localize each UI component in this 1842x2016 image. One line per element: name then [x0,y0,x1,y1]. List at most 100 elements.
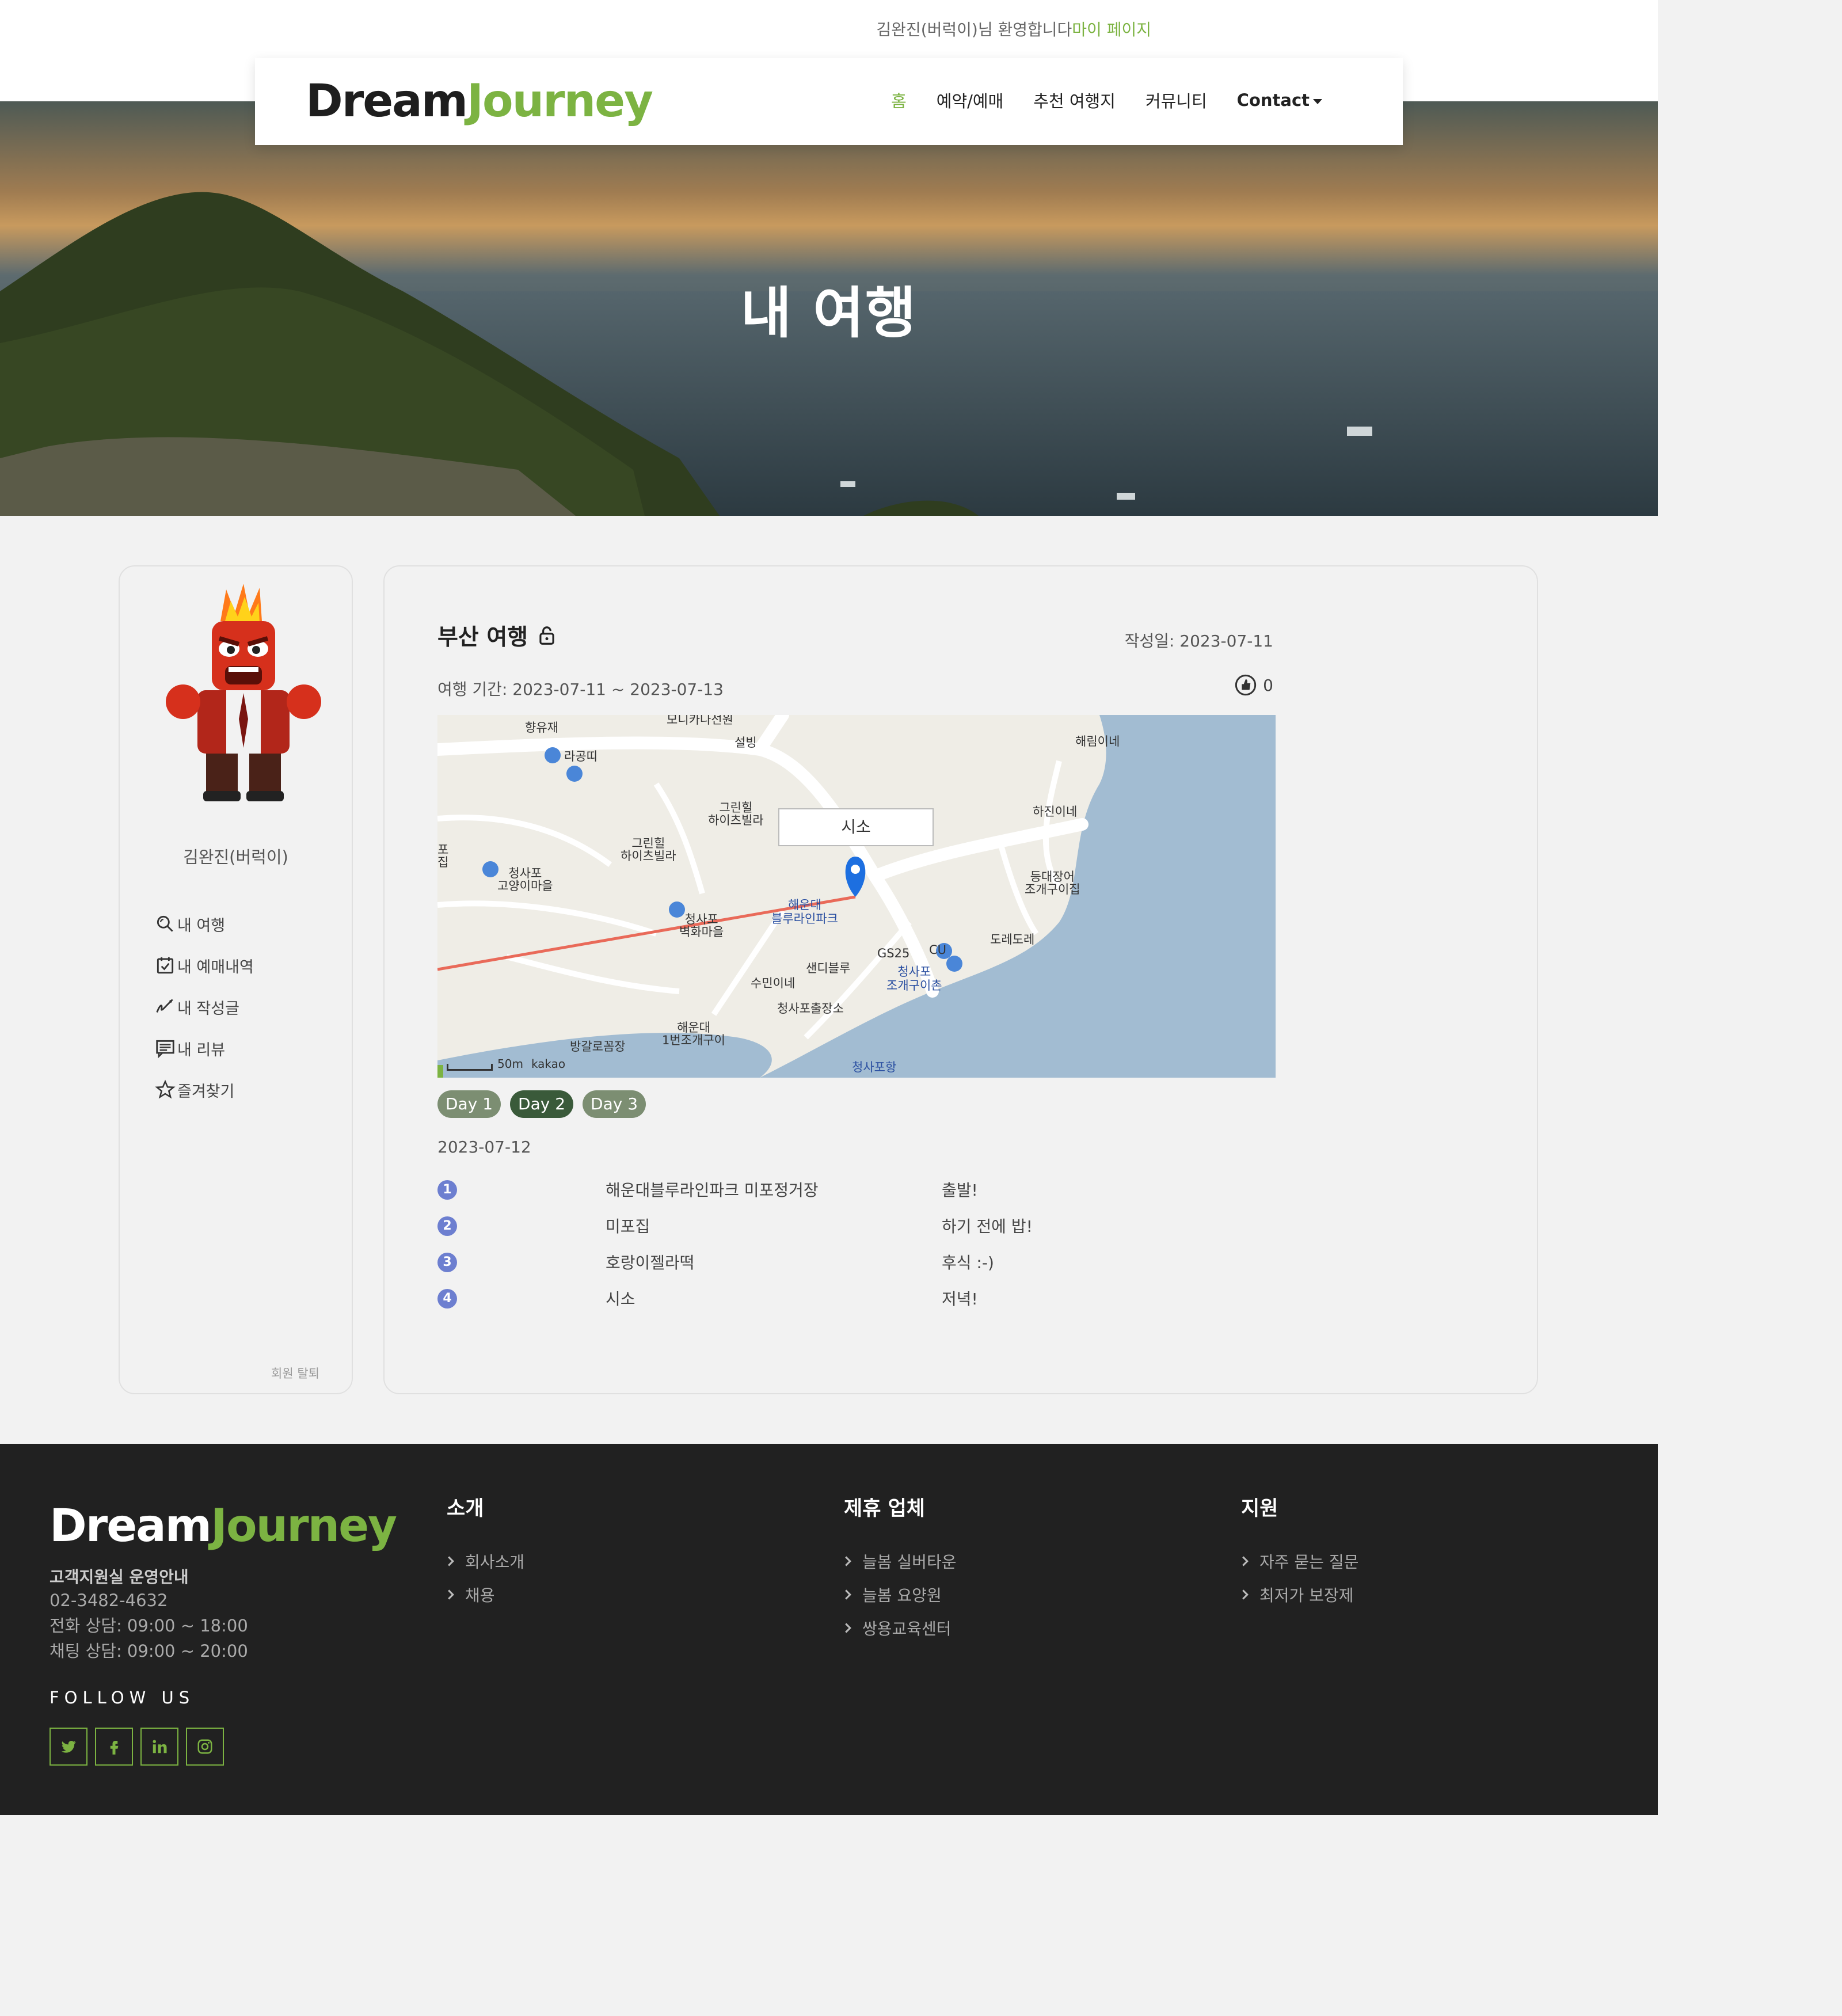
hero-banner: 내 여행 [0,101,1658,516]
instagram-icon[interactable] [186,1728,224,1766]
trip-period: 여행 기간: 2023-07-11 ~ 2023-07-13 [437,680,724,699]
menu-my-trips[interactable]: 내 여행 [154,903,254,945]
footer-link-edu-center[interactable]: 쌍용교육센터 [844,1611,956,1645]
menu-my-bookings-label: 내 예매내역 [177,958,254,976]
welcome-text: 김완진(버럭이)님 환영합니다 [876,20,1072,39]
day-tab-3[interactable]: Day 3 [583,1090,646,1118]
site-logo[interactable]: DreamJourney [306,75,653,127]
footer-logo[interactable]: DreamJourney [50,1500,397,1552]
twitter-icon[interactable] [50,1728,87,1766]
footer-link-silvertown[interactable]: 늘봄 실버타운 [844,1545,956,1578]
chevron-right-icon [845,1589,851,1600]
footer-link-faq[interactable]: 자주 묻는 질문 [1241,1545,1358,1578]
support-call-hours: 전화 상담: 09:00 ~ 18:00 [50,1616,248,1635]
facebook-icon[interactable] [95,1728,133,1766]
footer-link-nursing-home[interactable]: 늘봄 요양원 [844,1578,956,1611]
review-list-icon [156,1040,174,1059]
day-tab-2[interactable]: Day 2 [510,1090,574,1118]
map-label-ragongtti: 라공띠 [564,750,597,763]
step-number-badge: 2 [437,1216,457,1236]
like-count: 0 [1263,675,1273,695]
calendar-check-icon [157,957,174,974]
footer: DreamJourney 고객지원실 운영안내 02-3482-4632 전화 … [0,1444,1658,1815]
footer-link-label: 늘봄 실버타운 [862,1553,957,1572]
schedule-date: 2023-07-12 [437,1138,531,1157]
schedule-memo: 후식 :-) [942,1253,994,1272]
my-page-link[interactable]: 마이 페이지 [1072,20,1151,39]
caret-down-icon [1313,98,1322,104]
menu-my-bookings[interactable]: 내 예매내역 [154,945,254,986]
schedule-row: 3 호랑이젤라떡 후식 :-) [437,1243,1186,1280]
footer-link-careers[interactable]: 채용 [447,1578,524,1611]
map-label-clam1: 해운대 1번조개구이 [662,1021,725,1047]
route-map[interactable]: 시소 향유재 모니카나선원 설빙 해림이네 라공띠 그린힐 하이츠빌라 그린힐 … [437,715,1276,1078]
footer-col-title: 소개 [447,1497,484,1520]
schedule-place: 해운대블루라인파크 미포정거장 [606,1180,819,1200]
support-chat-hours: 채팅 상담: 09:00 ~ 20:00 [50,1641,248,1661]
map-label-sumin: 수민이네 [751,976,796,990]
trip-detail-card: 부산 여행 작성일: 2023-07-11 여행 기간: 2023-07-11 … [383,565,1538,1394]
footer-logo-dream: Dream [50,1500,212,1552]
schedule-place: 시소 [606,1289,635,1309]
footer-link-company[interactable]: 회사소개 [447,1545,524,1578]
schedule-row: 4 시소 저녁! [437,1280,1186,1316]
footer-link-price-guarantee[interactable]: 최저가 보장제 [1241,1578,1358,1611]
map-label-banggalo: 방갈로꼼장 [570,1040,626,1053]
schedule-row: 1 해운대블루라인파크 미포정거장 출발! [437,1171,1186,1207]
map-label-monica: 모니카나선원 [667,715,733,726]
footer-logo-journey: Journey [211,1500,397,1552]
social-links [50,1728,224,1766]
logo-dream-text: Dream [306,75,468,127]
map-label-greenhill-1: 그린힐 하이츠빌라 [708,801,764,827]
nav-contact-label: Contact [1236,90,1310,110]
like-counter[interactable]: 0 [1234,674,1273,697]
schedule-memo: 출발! [942,1180,978,1200]
schedule-row: 2 미포집 하기 전에 밥! [437,1207,1186,1243]
footer-link-label: 늘봄 요양원 [862,1586,942,1605]
written-date: 작성일: 2023-07-11 [1124,632,1273,651]
nav-home[interactable]: 홈 [891,88,907,112]
withdraw-link[interactable]: 회원 탈퇴 [271,1364,319,1382]
star-icon [155,1079,176,1099]
chevron-right-icon [448,1556,454,1566]
chevron-right-icon [448,1589,454,1600]
menu-favorites-label: 즐겨찾기 [177,1082,235,1101]
search-map-icon [157,915,173,932]
nav-contact-dropdown[interactable]: Contact [1237,90,1322,110]
map-label-cheongsapo-branch: 청사포출장소 [777,1002,844,1015]
step-number-badge: 1 [437,1180,457,1200]
footer-link-label: 최저가 보장제 [1259,1586,1354,1605]
logo-journey-text: Journey [467,75,653,127]
map-label-port: 청사포항 [852,1060,897,1074]
linkedin-icon[interactable] [140,1728,178,1766]
menu-my-reviews[interactable]: 내 리뷰 [154,1028,254,1069]
footer-link-label: 자주 묻는 질문 [1259,1553,1359,1572]
schedule-place: 미포집 [606,1216,650,1236]
nav-recommended[interactable]: 추천 여행지 [1033,88,1116,112]
map-label-bluelinepark: 해운대 블루라인파크 [771,898,838,926]
menu-favorites[interactable]: 즐겨찾기 [154,1069,254,1110]
unlock-icon[interactable] [536,625,558,646]
trip-title-text: 부산 여행 [437,625,528,651]
chevron-right-icon [845,1623,851,1633]
chevron-right-icon [1242,1556,1249,1566]
map-label-deungdae: 등대장어 조개구이집 [1025,870,1080,896]
day-tab-1[interactable]: Day 1 [437,1090,501,1118]
footer-link-label: 쌍용교육센터 [862,1619,952,1638]
menu-my-posts-label: 내 작성글 [177,999,239,1018]
navbar: DreamJourney 홈 예약/예매 추천 여행지 커뮤니티 Contact [255,58,1403,145]
main-menu: 홈 예약/예매 추천 여행지 커뮤니티 Contact [891,88,1322,112]
map-tiles [437,715,1276,1078]
user-name: 김완진(버럭이) [183,847,288,867]
map-scale: 50m kakao [447,1057,565,1071]
trip-title: 부산 여행 [437,619,558,652]
menu-my-posts[interactable]: 내 작성글 [154,986,254,1028]
profile-sidebar: 김완진(버럭이) 내 여행 내 예매내역 내 작성글 내 리뷰 즐겨찾기 회원 … [119,565,353,1394]
map-label-mural: 청사포 벽화마을 [679,912,724,939]
footer-col-about: 소개 회사소개 채용 [447,1492,524,1611]
step-number-badge: 4 [437,1289,457,1309]
nav-reservation[interactable]: 예약/예매 [937,88,1004,112]
signature-icon [156,999,173,1013]
support-phone: 02-3482-4632 [50,1591,168,1610]
nav-community[interactable]: 커뮤니티 [1145,88,1207,112]
